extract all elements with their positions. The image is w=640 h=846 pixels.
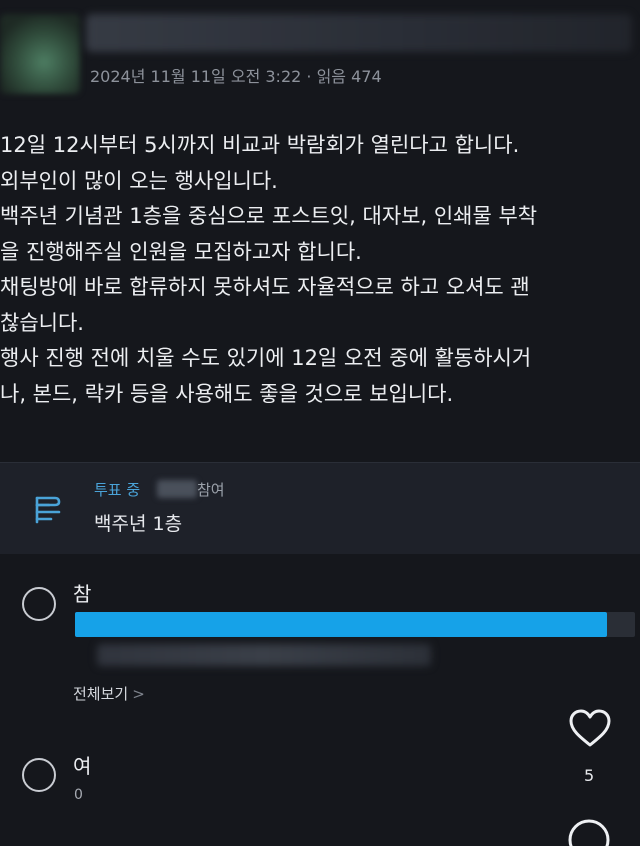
avatar[interactable] xyxy=(0,14,80,94)
poll-icon xyxy=(35,496,61,524)
body-line: 외부인이 많이 오는 행사입니다. xyxy=(0,168,278,193)
body-line: 행사 진행 전에 치울 수도 있기에 12일 오전 중에 활동하시거 xyxy=(0,346,532,370)
voters-redacted xyxy=(97,644,431,666)
body-line: 채팅방에 바로 합류하지 못하셔도 자율적으로 하고 오셔도 괜 xyxy=(0,275,530,299)
option-result-fill-1 xyxy=(75,612,607,637)
see-all-label: 전체보기 xyxy=(73,685,129,703)
chevron-right-icon: > xyxy=(132,685,145,703)
option-label-2: 여 xyxy=(73,754,92,778)
body-line: 찮습니다. xyxy=(0,310,84,335)
poll-title: 백주년 1층 xyxy=(94,513,183,535)
post-meta: 2024년 11월 11일 오전 3:22 · 읽음 474 xyxy=(90,67,382,86)
post-body: 12일 12시부터 5시까지 비교과 박람회가 열린다고 합니다. 외부인이 많… xyxy=(0,128,640,412)
comment-icon[interactable] xyxy=(567,818,611,846)
body-line: 12일 12시부터 5시까지 비교과 박람회가 열린다고 합니다. xyxy=(0,133,520,157)
body-line: 백주년 기념관 1층을 중심으로 포스트잇, 대자보, 인쇄물 부착 xyxy=(0,204,538,228)
option-radio-1[interactable] xyxy=(22,587,56,621)
option-count-2: 0 xyxy=(74,787,83,803)
like-count: 5 xyxy=(584,766,595,785)
poll-status: 투표 중 xyxy=(94,481,141,499)
see-all-link[interactable]: 전체보기 > xyxy=(73,683,145,704)
poll-participate-label: 참여 xyxy=(197,481,225,499)
option-result-bar-1 xyxy=(75,612,635,637)
heart-icon[interactable] xyxy=(568,708,612,748)
author-name-redacted xyxy=(86,14,632,52)
option-radio-2[interactable] xyxy=(22,758,56,792)
body-line: 을 진행해주실 인원을 모집하고자 합니다. xyxy=(0,239,362,264)
option-label-1: 참 xyxy=(73,582,92,606)
body-line: 나, 본드, 락카 등을 사용해도 좋을 것으로 보입니다. xyxy=(0,381,454,406)
post-header: 2024년 11월 11일 오전 3:22 · 읽음 474 xyxy=(0,0,640,100)
participant-count-redacted xyxy=(157,480,197,498)
poll-header: 투표 중 참여 백주년 1층 xyxy=(0,462,640,554)
